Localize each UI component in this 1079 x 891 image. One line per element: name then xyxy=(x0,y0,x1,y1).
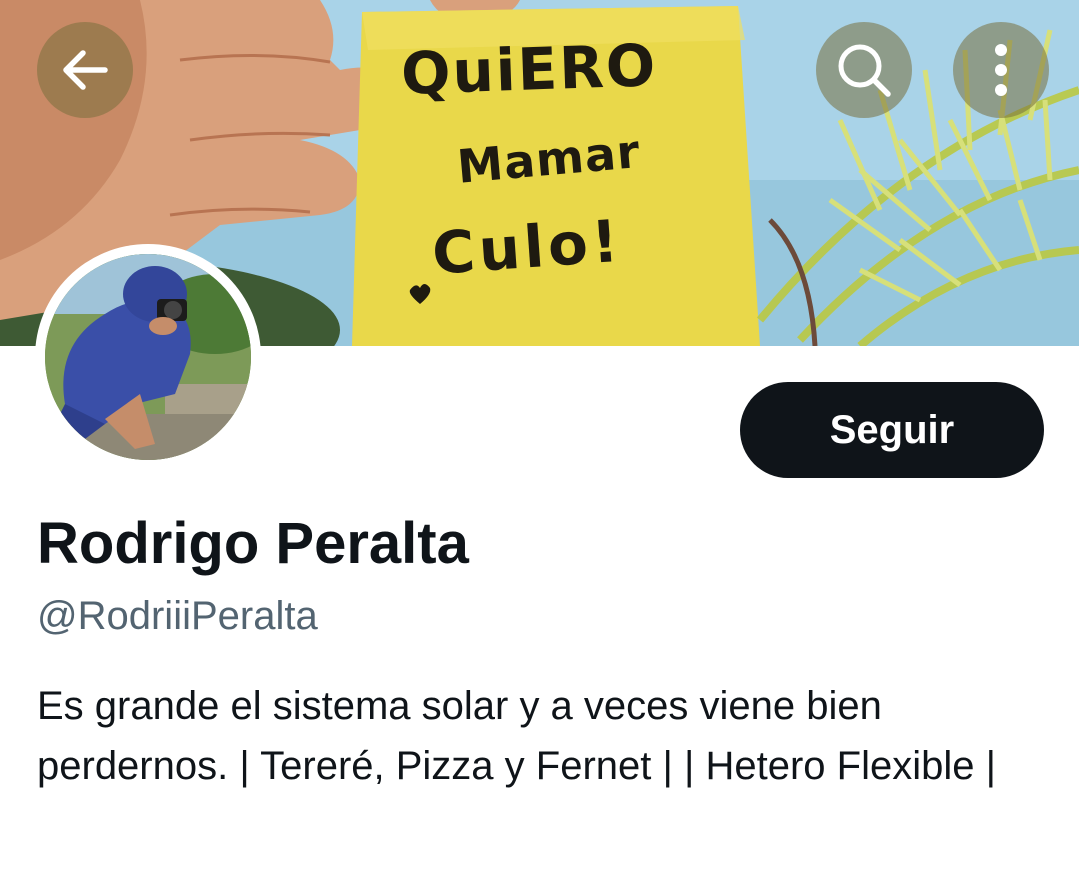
profile-page: QuiERO Mamar Culo! Seguir Rodrigo Peralt… xyxy=(0,0,1079,891)
note-text-line-3: Culo! xyxy=(430,206,625,288)
search-button[interactable] xyxy=(816,22,912,118)
avatar[interactable] xyxy=(35,244,261,470)
note-text-line-1: QuiERO xyxy=(400,31,659,108)
arrow-left-icon xyxy=(63,50,108,90)
back-button[interactable] xyxy=(37,22,133,118)
more-options-button[interactable] xyxy=(953,22,1049,118)
profile-handle: @RodriiiPeralta xyxy=(37,594,318,638)
more-vertical-icon xyxy=(995,44,1007,96)
avatar-photo xyxy=(45,254,251,460)
avatar-image xyxy=(45,254,251,460)
profile-bio: Es grande el sistema solar y a veces vie… xyxy=(37,684,997,788)
profile-display-name: Rodrigo Peralta xyxy=(37,511,469,576)
search-icon xyxy=(838,44,891,97)
follow-button[interactable]: Seguir xyxy=(740,382,1044,478)
